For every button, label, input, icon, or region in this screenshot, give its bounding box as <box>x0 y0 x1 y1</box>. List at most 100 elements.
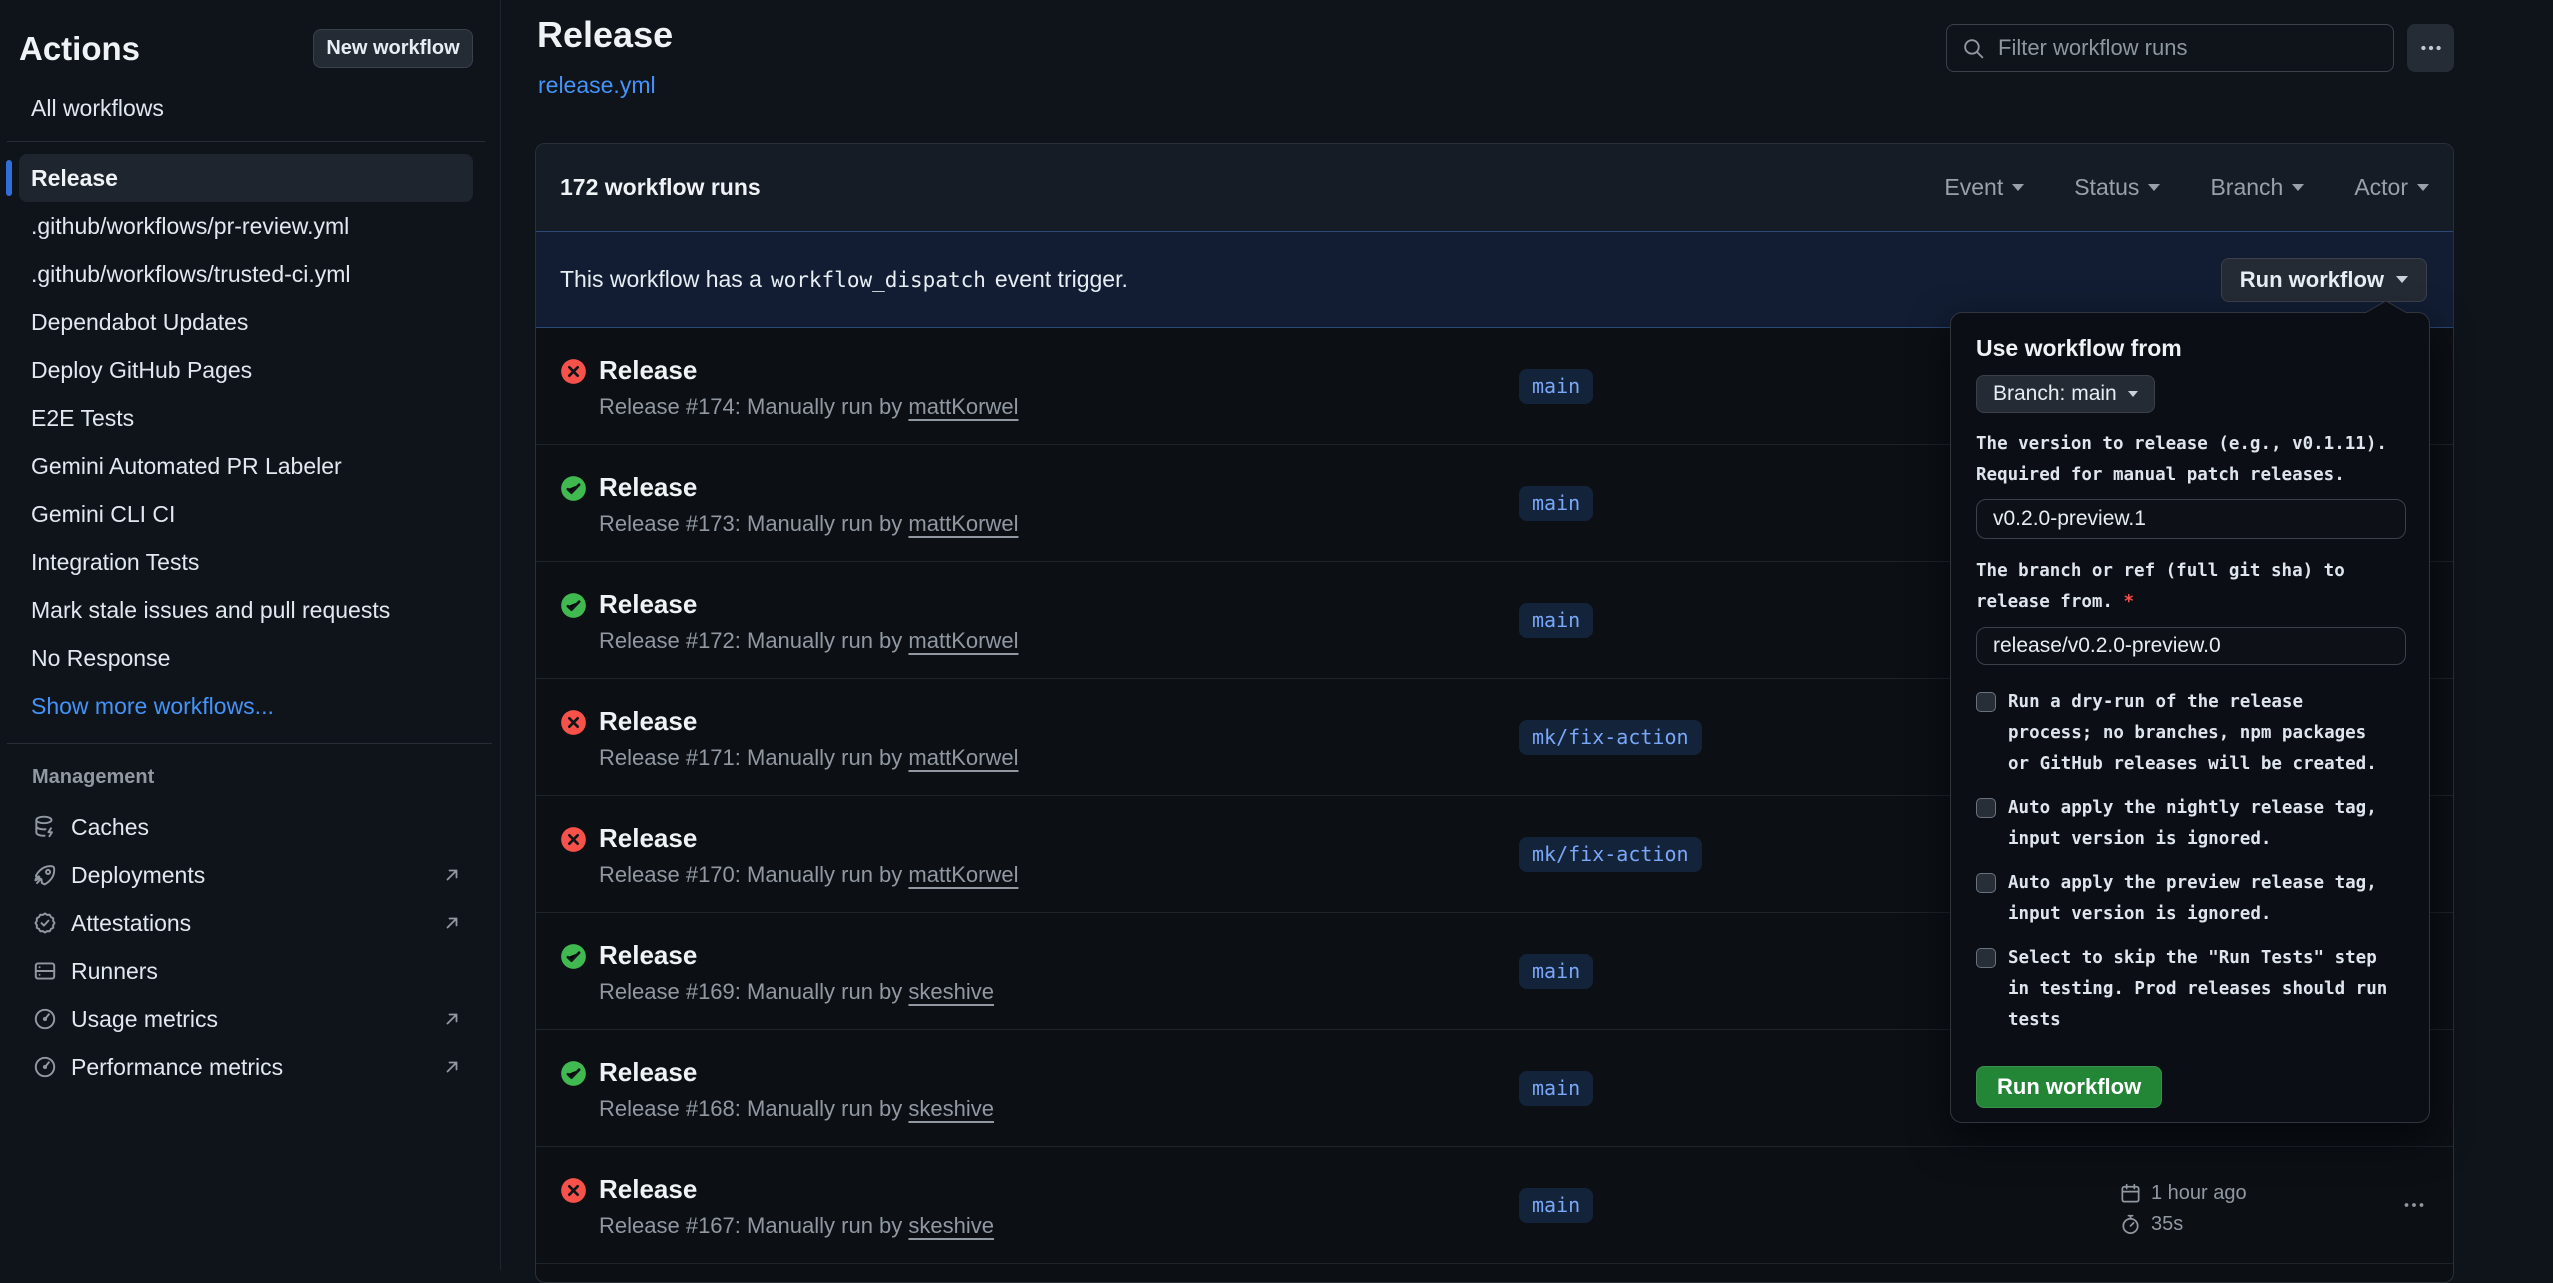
sidebar-workflow-item[interactable]: Dependabot Updates <box>19 298 473 346</box>
chevron-down-icon <box>2012 184 2024 191</box>
run-description-text: Release #171: Manually run by <box>599 745 902 770</box>
popup-checkbox-row: Auto apply the nightly release tag, inpu… <box>1976 793 2404 855</box>
performance-meter-icon <box>32 1054 58 1080</box>
management-section: Management Caches <box>0 743 500 1091</box>
main-content: Release release.yml 172 workflow runs Ev… <box>501 0 2553 1270</box>
actor-link[interactable]: skeshive <box>908 1213 994 1238</box>
run-description: Release #168: Manually run by skeshive <box>599 1096 994 1122</box>
status-icon <box>560 1060 587 1087</box>
management-item[interactable]: Attestations <box>19 899 492 947</box>
ref-input[interactable] <box>1976 627 2406 665</box>
workflow-options-button[interactable] <box>2407 24 2454 72</box>
management-item[interactable]: Runners <box>19 947 492 995</box>
sidebar-workflow-label: Integration Tests <box>31 549 199 576</box>
branch-chip[interactable]: main <box>1519 1188 1593 1223</box>
filter-dropdown[interactable]: Status <box>2074 174 2160 201</box>
filter-runs-input[interactable] <box>1996 34 2379 62</box>
sidebar-workflow-label: Deploy GitHub Pages <box>31 357 252 384</box>
branch-selector-button[interactable]: Branch: main <box>1976 375 2155 413</box>
management-item-icon <box>32 1006 58 1032</box>
status-icon <box>560 592 587 619</box>
run-workflow-popup: Use workflow from Branch: main The versi… <box>1950 312 2430 1123</box>
filter-dropdown[interactable]: Actor <box>2354 174 2429 201</box>
sidebar-workflow-item[interactable]: Integration Tests <box>19 538 473 586</box>
branch-chip[interactable]: mk/fix-action <box>1519 837 1702 872</box>
management-item-label: Performance metrics <box>71 1054 283 1081</box>
actor-link[interactable]: mattKorwel <box>908 628 1018 653</box>
run-title-link[interactable]: Release <box>599 1057 697 1088</box>
management-item[interactable]: Usage metrics <box>19 995 492 1043</box>
page-title: Release <box>537 14 673 56</box>
run-duration: 35s <box>2151 1213 2183 1236</box>
filter-dropdown-label: Actor <box>2354 174 2408 201</box>
run-title-link[interactable]: Release <box>599 355 697 386</box>
sidebar-workflow-label: Gemini Automated PR Labeler <box>31 453 342 480</box>
sidebar-workflow-item[interactable]: Release <box>19 154 473 202</box>
check-circle-fill-icon <box>560 592 587 619</box>
checkbox[interactable] <box>1976 798 1996 818</box>
sidebar-workflow-item[interactable]: Show more workflows... <box>19 682 473 730</box>
actor-link[interactable]: mattKorwel <box>908 745 1018 770</box>
run-title-link[interactable]: Release <box>599 706 697 737</box>
filter-dropdown[interactable]: Branch <box>2210 174 2304 201</box>
server-icon <box>32 958 58 984</box>
run-title-link[interactable]: Release <box>599 472 697 503</box>
sidebar-workflow-label: Release <box>31 165 118 192</box>
sidebar-workflow-item[interactable]: Gemini Automated PR Labeler <box>19 442 473 490</box>
management-item-icon <box>32 1054 58 1080</box>
sidebar-workflow-item[interactable]: Mark stale issues and pull requests <box>19 586 473 634</box>
actor-link[interactable]: skeshive <box>908 979 994 1004</box>
management-item-label: Attestations <box>71 910 191 937</box>
management-list: Caches Deployments <box>0 803 500 1091</box>
check-circle-fill-icon <box>560 943 587 970</box>
x-circle-fill-icon <box>560 358 587 385</box>
run-description-text: Release #167: Manually run by <box>599 1213 902 1238</box>
branch-chip[interactable]: main <box>1519 369 1593 404</box>
run-workflow-dropdown-button[interactable]: Run workflow <box>2221 258 2427 302</box>
branch-chip[interactable]: main <box>1519 486 1593 521</box>
run-description: Release #169: Manually run by skeshive <box>599 979 994 1005</box>
external-link-arrow-icon <box>440 1055 464 1079</box>
rocket-icon <box>32 862 58 888</box>
popup-checkbox-row: Auto apply the preview release tag, inpu… <box>1976 868 2404 930</box>
filter-runs-searchbox[interactable] <box>1946 24 2394 72</box>
run-title-link[interactable]: Release <box>599 940 697 971</box>
new-workflow-button[interactable]: New workflow <box>313 29 473 68</box>
management-item-label: Caches <box>71 814 149 841</box>
branch-chip[interactable]: main <box>1519 1071 1593 1106</box>
sidebar-workflow-item[interactable]: .github/workflows/pr-review.yml <box>19 202 473 250</box>
version-input[interactable] <box>1976 499 2406 539</box>
workflow-file-link[interactable]: release.yml <box>538 72 656 99</box>
sidebar-workflow-item[interactable]: No Response <box>19 634 473 682</box>
branch-chip[interactable]: main <box>1519 954 1593 989</box>
run-title-link[interactable]: Release <box>599 823 697 854</box>
filter-dropdown[interactable]: Event <box>1944 174 2024 201</box>
sidebar-workflow-item[interactable]: .github/workflows/trusted-ci.yml <box>19 250 473 298</box>
runs-filters: Event Status Branch Actor <box>1944 174 2429 201</box>
run-workflow-submit-button[interactable]: Run workflow <box>1976 1066 2162 1108</box>
run-options-button[interactable] <box>2389 1184 2439 1226</box>
run-description: Release #170: Manually run by mattKorwel <box>599 862 1018 888</box>
branch-chip[interactable]: mk/fix-action <box>1519 720 1702 755</box>
branch-chip[interactable]: main <box>1519 603 1593 638</box>
management-item[interactable]: Performance metrics <box>19 1043 492 1091</box>
sidebar-workflow-item[interactable]: Gemini CLI CI <box>19 490 473 538</box>
run-title-link[interactable]: Release <box>599 1174 697 1205</box>
checkbox[interactable] <box>1976 873 1996 893</box>
sidebar-item-all-workflows[interactable]: All workflows <box>19 84 473 132</box>
sidebar-workflow-item[interactable]: Deploy GitHub Pages <box>19 346 473 394</box>
sidebar-workflow-item[interactable]: E2E Tests <box>19 394 473 442</box>
checkbox-label: Select to skip the "Run Tests" step in t… <box>2008 943 2396 1036</box>
status-icon <box>560 943 587 970</box>
x-circle-fill-icon <box>560 1177 587 1204</box>
actor-link[interactable]: mattKorwel <box>908 862 1018 887</box>
checkbox[interactable] <box>1976 948 1996 968</box>
run-title-link[interactable]: Release <box>599 589 697 620</box>
checkbox[interactable] <box>1976 692 1996 712</box>
management-item[interactable]: Deployments <box>19 851 492 899</box>
actor-link[interactable]: mattKorwel <box>908 511 1018 536</box>
actor-link[interactable]: skeshive <box>908 1096 994 1121</box>
actor-link[interactable]: mattKorwel <box>908 394 1018 419</box>
management-item[interactable]: Caches <box>19 803 492 851</box>
status-icon <box>560 475 587 502</box>
